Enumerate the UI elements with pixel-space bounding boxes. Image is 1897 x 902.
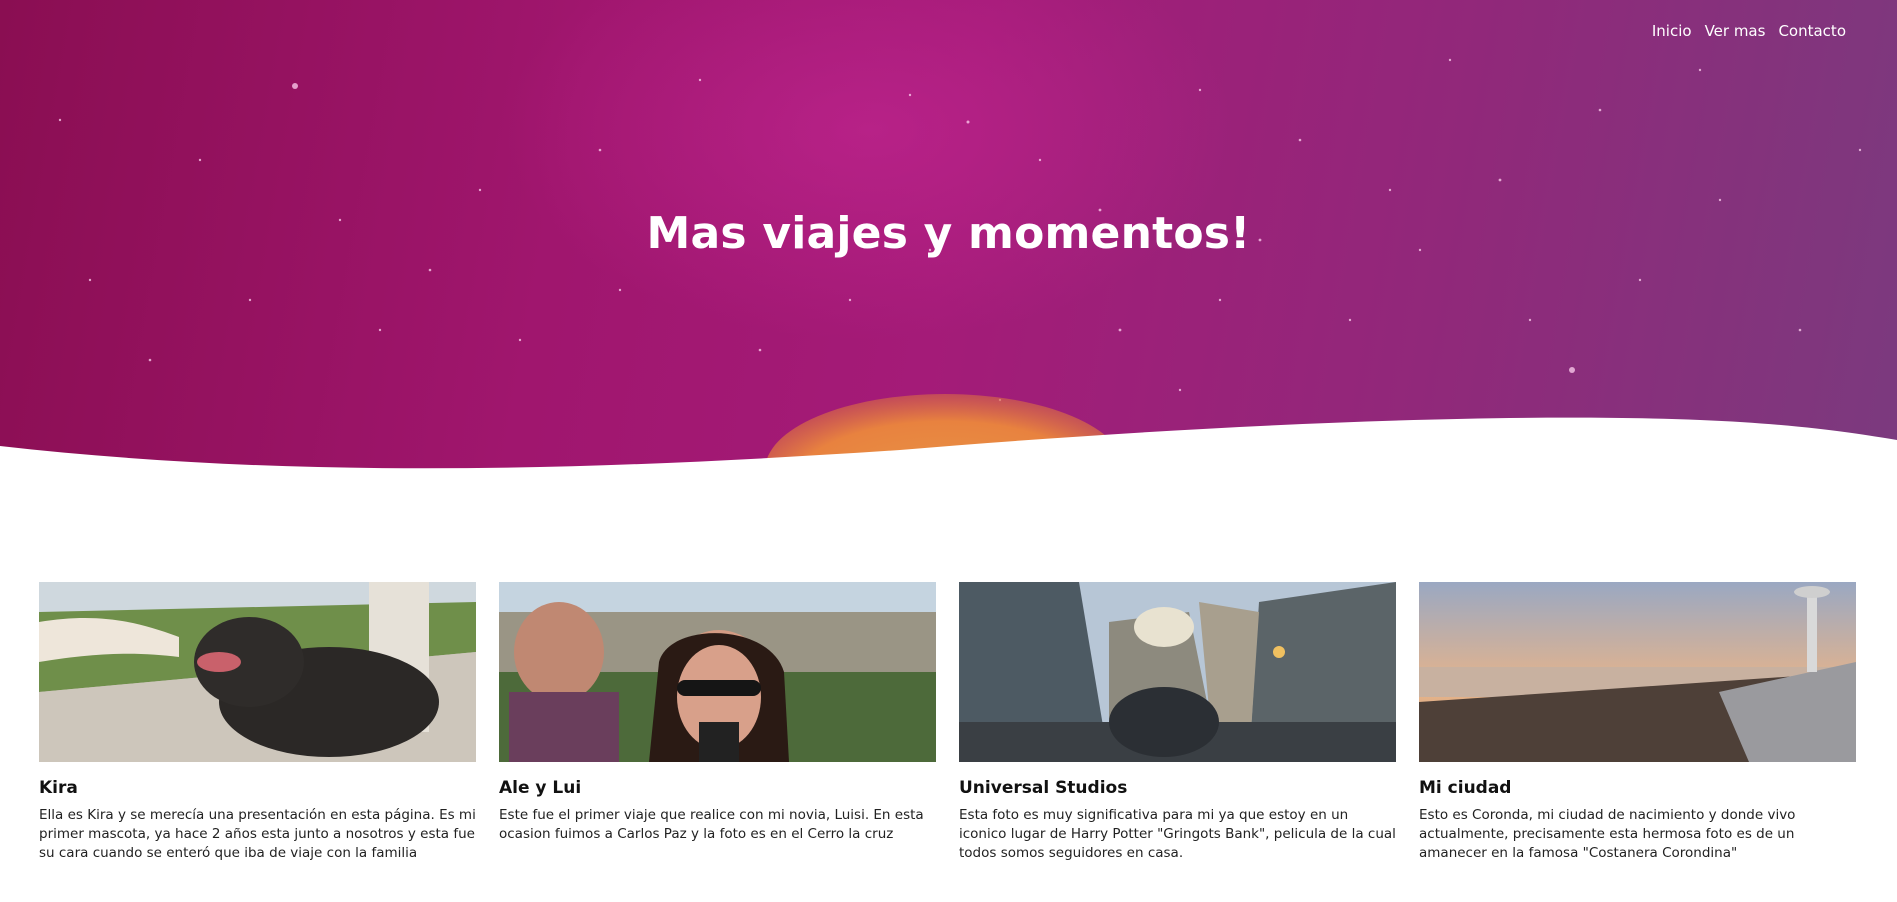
hero-banner: Inicio Ver mas Contacto Mas viajes y mom… <box>0 0 1897 480</box>
cards-grid: Kira Ella es Kira y se merecía una prese… <box>39 582 1856 863</box>
card-text: Esta foto es muy significativa para mi y… <box>959 807 1396 861</box>
couple-selfie-photo <box>499 582 936 762</box>
card-mi-ciudad: Mi ciudad Esto es Coronda, mi ciudad de … <box>1419 582 1856 863</box>
card-text: Esto es Coronda, mi ciudad de nacimiento… <box>1419 807 1796 861</box>
dog-photo <box>39 582 476 762</box>
card-title: Mi ciudad <box>1419 778 1512 798</box>
card-title: Ale y Lui <box>499 778 582 798</box>
top-nav: Inicio Ver mas Contacto <box>1652 22 1846 40</box>
card-title: Kira <box>39 778 78 798</box>
hero-title: Mas viajes y momentos! <box>646 208 1251 259</box>
nav-link-ver-mas[interactable]: Ver mas <box>1705 22 1766 40</box>
card-universal-studios: Universal Studios Esta foto es muy signi… <box>959 582 1396 863</box>
nav-link-contacto[interactable]: Contacto <box>1778 22 1846 40</box>
card-title: Universal Studios <box>959 778 1128 798</box>
riverside-sunrise-photo <box>1419 582 1856 762</box>
theme-park-street-photo <box>959 582 1396 762</box>
card-text: Ella es Kira y se merecía una presentaci… <box>39 807 476 861</box>
card-text: Este fue el primer viaje que realice con… <box>499 807 924 842</box>
card-ale-y-lui: Ale y Lui Este fue el primer viaje que r… <box>499 582 936 863</box>
nav-link-inicio[interactable]: Inicio <box>1652 22 1692 40</box>
card-kira: Kira Ella es Kira y se merecía una prese… <box>39 582 476 863</box>
